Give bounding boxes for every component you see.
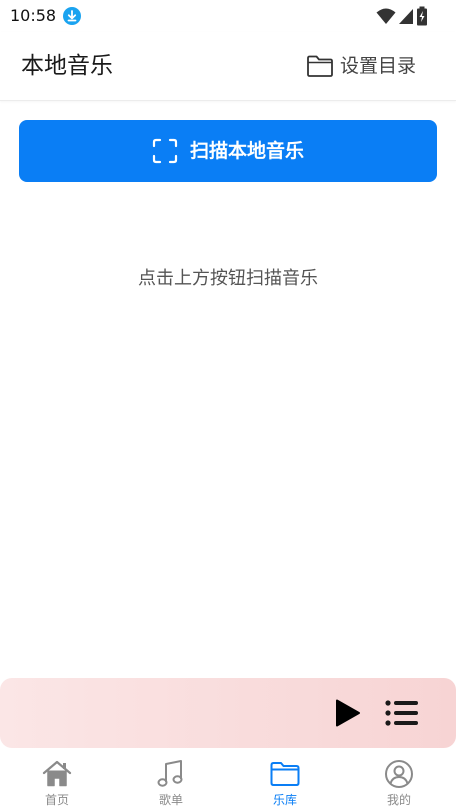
nav-item-profile[interactable]: 我的 <box>342 748 456 811</box>
status-time: 10:58 <box>10 6 57 25</box>
set-directory-label: 设置目录 <box>339 55 416 77</box>
download-icon <box>63 7 81 25</box>
status-indicators <box>376 6 428 26</box>
folder-icon <box>270 762 300 786</box>
nav-item-library[interactable]: 乐库 <box>228 748 342 811</box>
nav-label-profile: 我的 <box>386 793 411 807</box>
nav-label-library: 乐库 <box>272 793 297 807</box>
nav-item-home[interactable]: 首页 <box>0 748 114 811</box>
scan-icon <box>152 138 178 164</box>
scan-button-label: 扫描本地音乐 <box>189 140 304 162</box>
nav-label-home: 首页 <box>44 793 69 807</box>
folder-icon <box>307 55 333 77</box>
battery-icon <box>417 6 427 26</box>
empty-hint: 点击上方按钮扫描音乐 <box>138 268 318 289</box>
status-bar: 10:58 <box>0 0 456 32</box>
mini-player[interactable] <box>0 678 456 748</box>
app-bar: 本地音乐 设置目录 <box>0 32 456 101</box>
playlist-icon[interactable] <box>384 699 420 727</box>
play-icon[interactable] <box>332 698 362 728</box>
set-directory-button[interactable]: 设置目录 <box>306 52 416 80</box>
nav-label-playlists: 歌单 <box>158 793 183 807</box>
user-circle-icon <box>385 760 413 788</box>
music-note-icon <box>157 760 183 787</box>
wifi-icon <box>376 8 396 24</box>
home-icon <box>42 760 72 787</box>
page-title: 本地音乐 <box>21 53 113 79</box>
scan-local-music-button[interactable]: 扫描本地音乐 <box>19 120 437 182</box>
bottom-nav: 首页 歌单 乐库 我的 <box>0 748 456 811</box>
signal-icon <box>399 9 413 24</box>
nav-item-playlists[interactable]: 歌单 <box>114 748 228 811</box>
